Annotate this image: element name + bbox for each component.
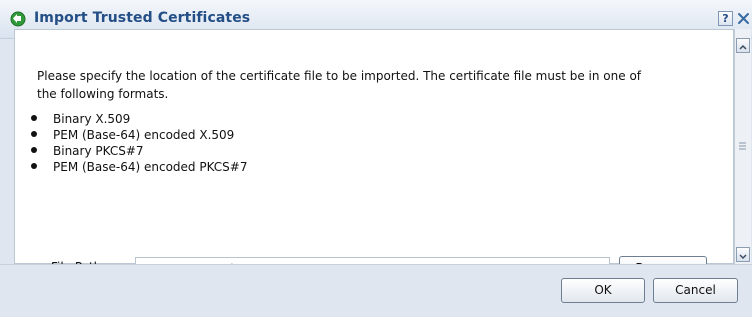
scroll-up-button[interactable] (736, 38, 750, 53)
ok-button[interactable]: OK (561, 278, 645, 303)
cancel-button[interactable]: Cancel (653, 278, 738, 303)
bullet-icon (31, 115, 37, 121)
format-label: PEM (Base-64) encoded X.509 (53, 128, 235, 142)
vertical-scrollbar[interactable] (734, 29, 751, 264)
dialog-title: Import Trusted Certificates (34, 10, 251, 26)
format-label: Binary X.509 (53, 112, 131, 126)
format-item: PEM (Base-64) encoded PKCS#7 (31, 159, 247, 175)
format-item: PEM (Base-64) encoded X.509 (31, 127, 247, 143)
import-arrow-icon (10, 11, 26, 27)
close-icon[interactable] (736, 11, 751, 26)
format-item: Binary PKCS#7 (31, 143, 247, 159)
import-certificates-dialog: Import Trusted Certificates ? Please spe… (0, 0, 752, 317)
bullet-icon (31, 163, 37, 169)
dialog-content: Please specify the location of the certi… (14, 29, 734, 281)
format-label: PEM (Base-64) encoded PKCS#7 (53, 160, 248, 174)
format-item: Binary X.509 (31, 111, 247, 127)
scroll-grip-icon (738, 137, 747, 150)
help-button[interactable]: ? (718, 11, 733, 26)
format-list: Binary X.509 PEM (Base-64) encoded X.509… (31, 111, 247, 175)
format-label: Binary PKCS#7 (53, 144, 144, 158)
bullet-icon (31, 131, 37, 137)
bullet-icon (31, 147, 37, 153)
scroll-down-button[interactable] (736, 247, 750, 262)
instructions-text: Please specify the location of the certi… (37, 69, 642, 101)
